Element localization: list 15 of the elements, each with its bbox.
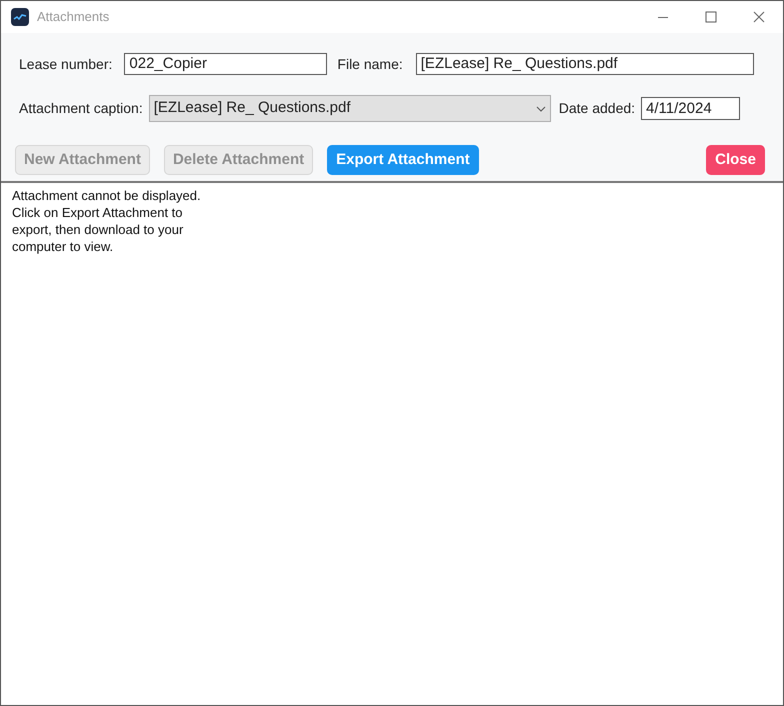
field-label: File name: — [337, 54, 403, 74]
app-logo-icon — [11, 8, 29, 26]
field-label: Attachment caption: — [19, 99, 143, 118]
field-label: Lease number: — [19, 54, 112, 74]
close-icon[interactable] — [753, 11, 765, 23]
field-label: Date added: — [558, 99, 636, 118]
file-name-field[interactable]: [EZLease] Re_ Questions.pdf — [416, 53, 754, 75]
attachment-message: Attachment cannot be displayed. Click on Export Attachment to export, then download to your computer to view. — [12, 187, 202, 255]
close-button[interactable]: Close — [706, 145, 765, 175]
date-added-field[interactable]: 4/11/2024 — [641, 97, 740, 120]
maximize-icon[interactable] — [705, 11, 717, 23]
chevron-down-icon — [536, 106, 546, 112]
window-title: Attachments — [37, 8, 110, 26]
caption-dropdown[interactable]: [EZLease] Re_ Questions.pdf — [148, 95, 551, 122]
lease-number-field[interactable]: 022_Copier — [124, 53, 328, 75]
